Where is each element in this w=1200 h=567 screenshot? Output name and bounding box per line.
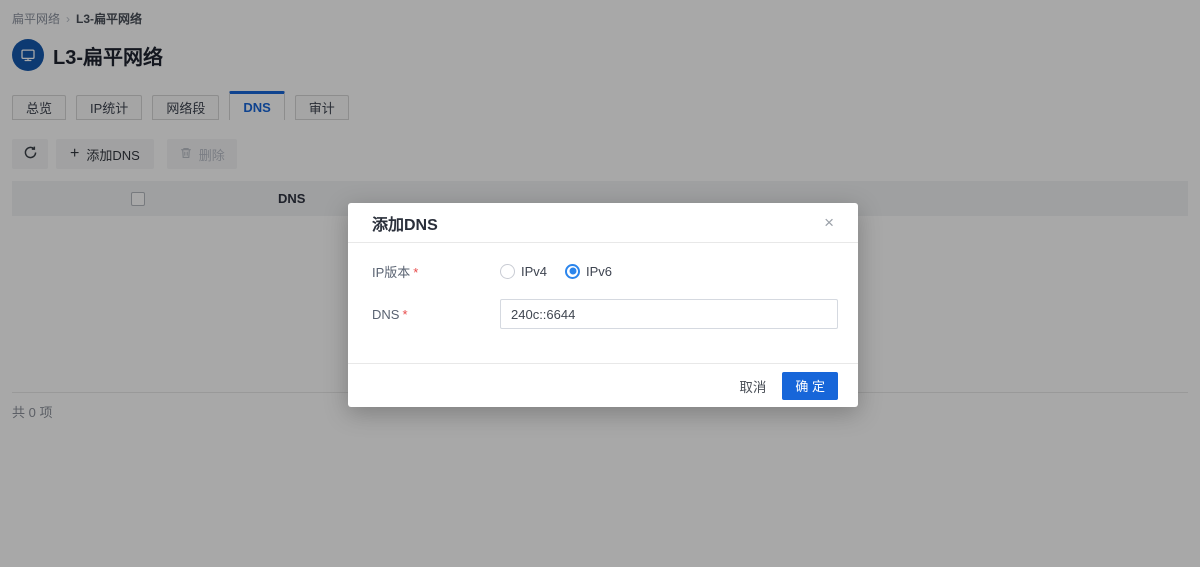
ip-version-row: IP版本* IPv4 IPv6 — [372, 257, 838, 285]
close-icon[interactable]: × — [824, 214, 834, 231]
radio-ipv6-label: IPv6 — [586, 264, 612, 279]
modal-body: IP版本* IPv4 IPv6 DNS* — [348, 243, 858, 363]
confirm-button[interactable]: 确 定 — [782, 372, 838, 400]
dns-input[interactable] — [500, 299, 838, 329]
required-mark: * — [402, 307, 407, 322]
dns-row: DNS* — [372, 299, 838, 329]
add-dns-modal: 添加DNS × IP版本* IPv4 IPv6 DNS* — [348, 203, 858, 407]
ip-version-label: IP版本* — [372, 262, 500, 281]
cancel-button[interactable]: 取消 — [739, 376, 766, 396]
modal-header: 添加DNS × — [348, 203, 858, 243]
dns-label: DNS* — [372, 307, 500, 322]
dns-label-text: DNS — [372, 307, 399, 322]
radio-ipv4-label: IPv4 — [521, 264, 547, 279]
ip-version-radio-group: IPv4 IPv6 — [500, 264, 612, 279]
radio-option-ipv6[interactable]: IPv6 — [565, 264, 612, 279]
radio-ipv6-icon[interactable] — [565, 264, 580, 279]
modal-title: 添加DNS — [372, 211, 438, 235]
radio-ipv4-icon[interactable] — [500, 264, 515, 279]
ip-version-label-text: IP版本 — [372, 265, 410, 280]
modal-footer: 取消 确 定 — [348, 363, 858, 407]
required-mark: * — [413, 265, 418, 280]
radio-option-ipv4[interactable]: IPv4 — [500, 264, 547, 279]
